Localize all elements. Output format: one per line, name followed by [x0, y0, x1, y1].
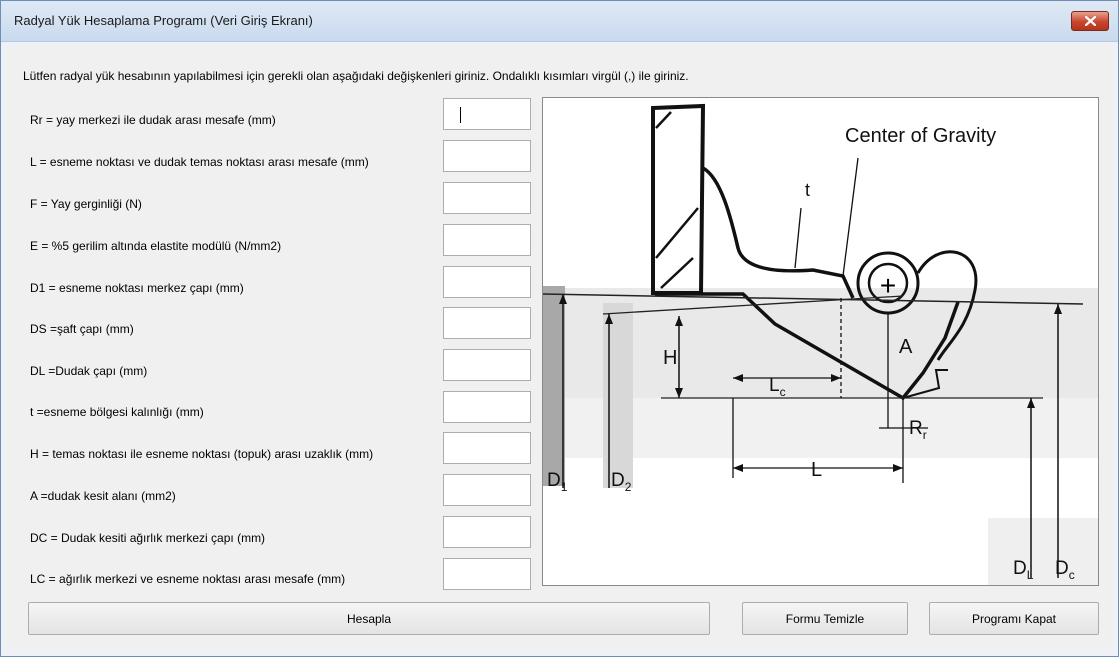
- input-e[interactable]: [443, 224, 531, 256]
- field-label-dl: DL =Dudak çapı (mm): [30, 364, 148, 378]
- input-h[interactable]: [443, 432, 531, 464]
- input-dl[interactable]: [443, 349, 531, 381]
- close-icon: [1085, 16, 1096, 26]
- field-label-e: E = %5 gerilim altında elastite modülü (…: [30, 239, 282, 253]
- field-label-t: t =esneme bölgesi kalınlığı (mm): [30, 405, 204, 419]
- field-label-rr: Rr = yay merkezi ile dudak arası mesafe …: [30, 113, 276, 127]
- label-h: H: [663, 347, 677, 369]
- field-label-ds: DS =şaft çapı (mm): [30, 322, 134, 336]
- seal-lip-diagram: + Center of Gravity t H A Lc Rr L D1 D2 …: [542, 97, 1099, 586]
- input-lc[interactable]: [443, 558, 531, 590]
- input-f[interactable]: [443, 182, 531, 214]
- label-t: t: [805, 180, 810, 200]
- input-t[interactable]: [443, 391, 531, 423]
- instructions-text: Lütfen radyal yük hesabının yapılabilmes…: [23, 69, 689, 83]
- diagram-title: Center of Gravity: [845, 125, 996, 147]
- input-l[interactable]: [443, 140, 531, 172]
- field-label-h: H = temas noktası ile esneme noktası (to…: [30, 447, 374, 461]
- close-program-button[interactable]: Programı Kapat: [929, 602, 1099, 635]
- input-rr[interactable]: [443, 98, 531, 130]
- field-label-d1: D1 = esneme noktası merkez çapı (mm): [30, 281, 244, 295]
- text-caret: [460, 107, 461, 123]
- input-dc[interactable]: [443, 516, 531, 548]
- field-label-lc: LC = ağırlık merkezi ve esneme noktası a…: [30, 572, 346, 586]
- field-label-l: L = esneme noktası ve dudak temas noktas…: [30, 155, 369, 169]
- close-window-button[interactable]: [1071, 11, 1109, 31]
- title-bar[interactable]: Radyal Yük Hesaplama Programı (Veri Giri…: [1, 1, 1118, 42]
- input-a[interactable]: [443, 474, 531, 506]
- window-title: Radyal Yük Hesaplama Programı (Veri Giri…: [14, 13, 313, 28]
- field-label-dc: DC = Dudak kesiti ağırlık merkezi çapı (…: [30, 531, 266, 545]
- input-ds[interactable]: [443, 307, 531, 339]
- calculate-button[interactable]: Hesapla: [28, 602, 710, 635]
- dialog-window: Radyal Yük Hesaplama Programı (Veri Giri…: [0, 0, 1119, 657]
- field-label-a: A =dudak kesit alanı (mm2): [30, 489, 176, 503]
- label-a: A: [899, 336, 913, 358]
- field-label-f: F = Yay gerginliği (N): [30, 197, 142, 211]
- clear-form-button[interactable]: Formu Temizle: [742, 602, 908, 635]
- label-l: L: [811, 459, 822, 481]
- input-d1[interactable]: [443, 266, 531, 298]
